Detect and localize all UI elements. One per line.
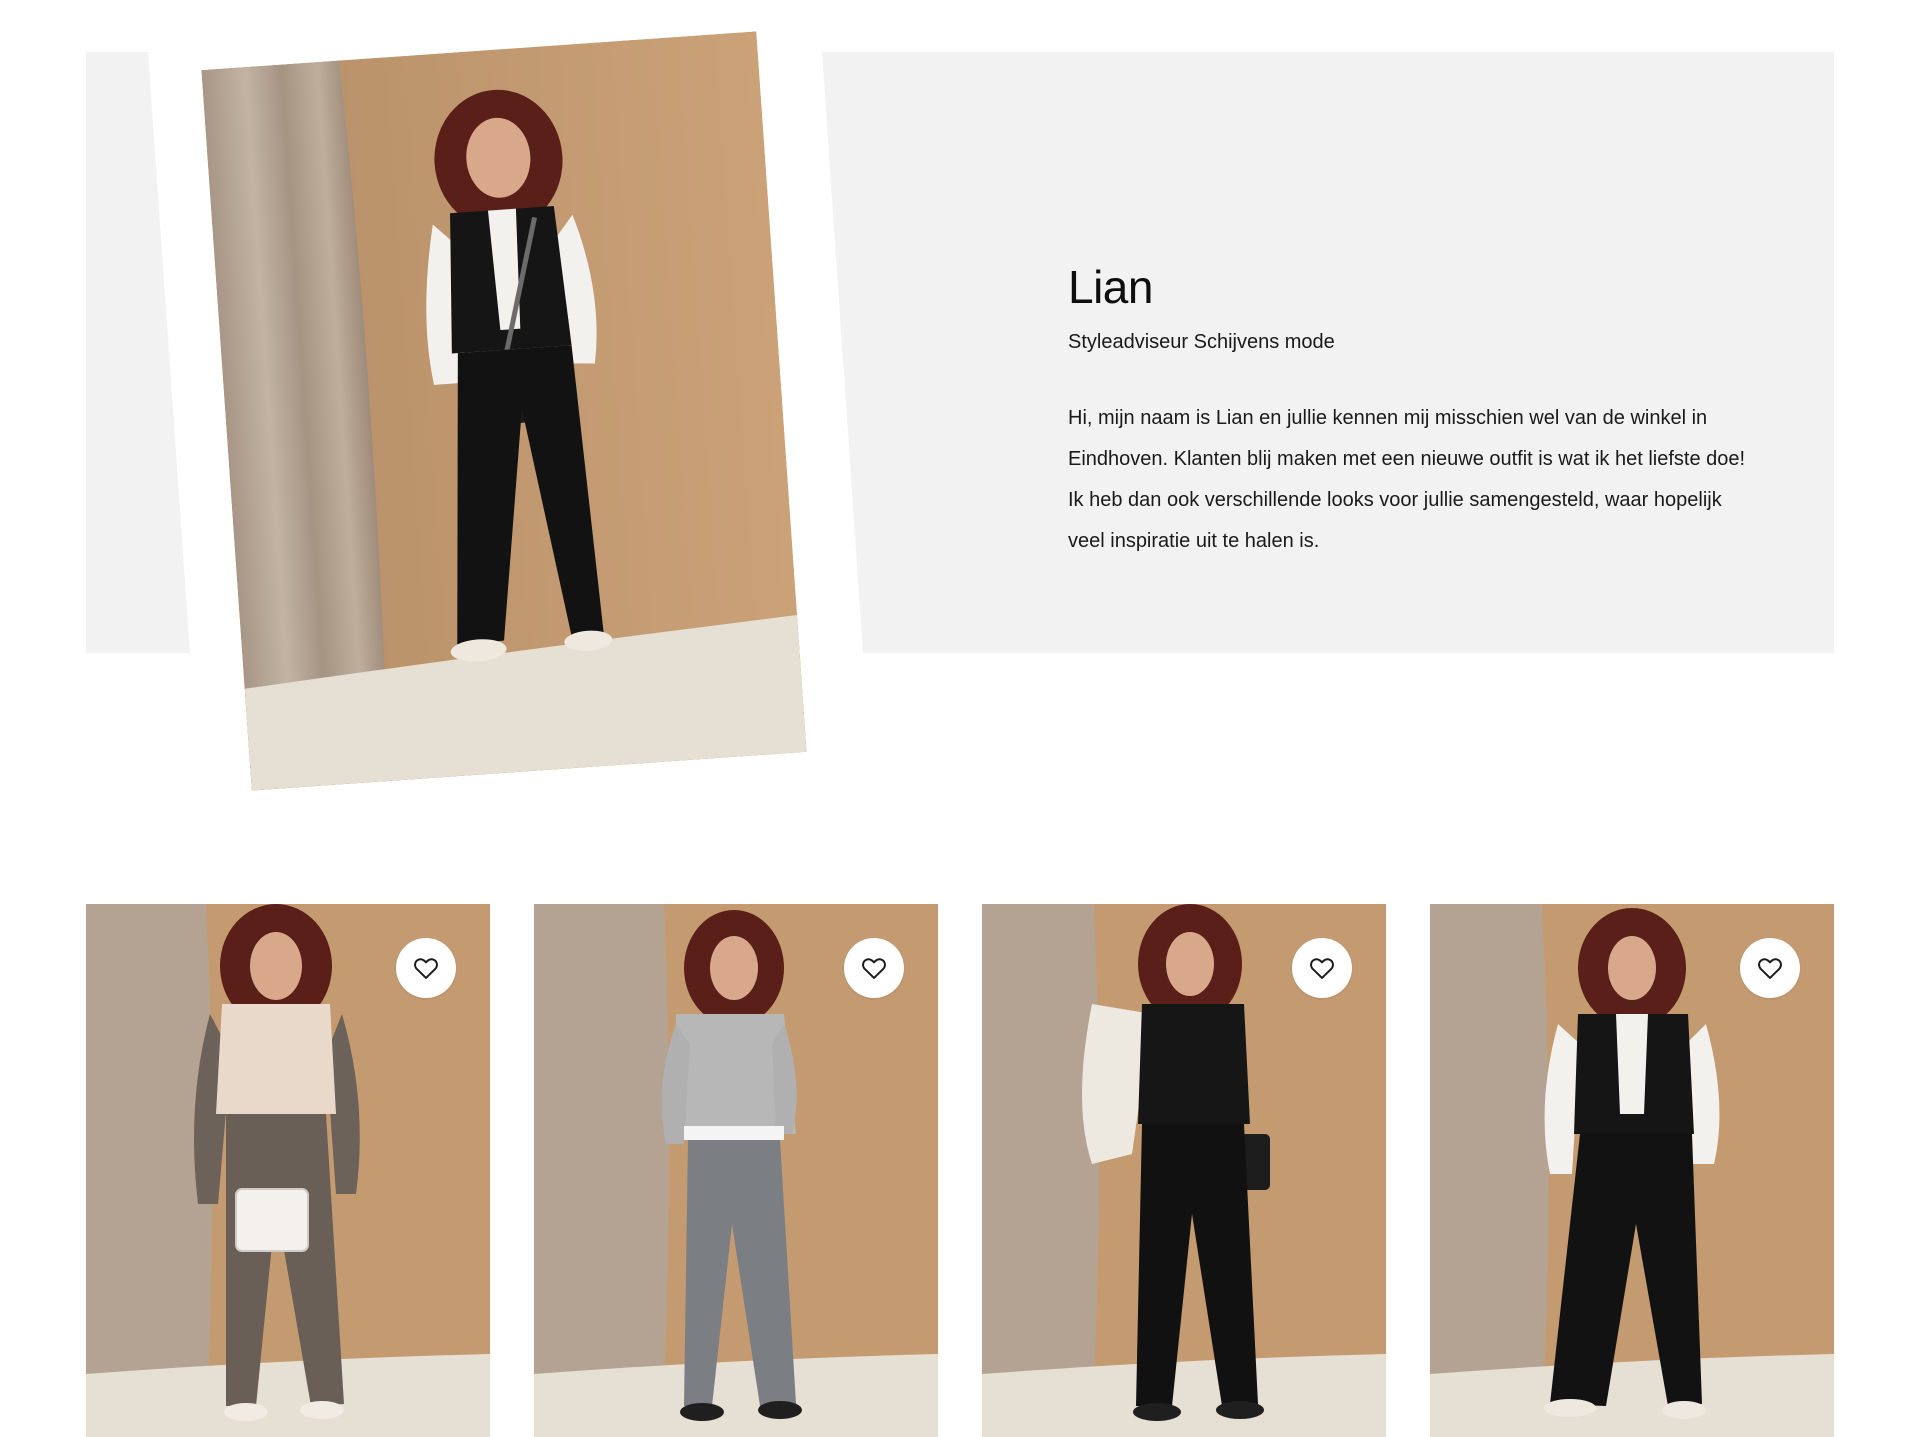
look-card[interactable] bbox=[982, 904, 1386, 1437]
favorite-button[interactable] bbox=[844, 938, 904, 998]
stylist-role: Styleadviseur Schijvens mode bbox=[1068, 330, 1335, 353]
look-card[interactable] bbox=[86, 904, 490, 1437]
heart-icon bbox=[414, 958, 438, 979]
favorite-button[interactable] bbox=[396, 938, 456, 998]
favorite-button[interactable] bbox=[1740, 938, 1800, 998]
look-card[interactable] bbox=[534, 904, 938, 1437]
look-card[interactable] bbox=[1430, 904, 1834, 1437]
stylist-name: Lian bbox=[1068, 261, 1153, 313]
favorite-button[interactable] bbox=[1292, 938, 1352, 998]
heart-icon bbox=[862, 958, 886, 979]
hero-background-left bbox=[86, 52, 190, 653]
stylist-bio: Hi, mijn naam is Lian en jullie kennen m… bbox=[1068, 406, 1746, 552]
stylist-intro: Lian Styleadviseur Schijvens mode Hi, mi… bbox=[1068, 262, 1768, 562]
heart-icon bbox=[1310, 958, 1334, 979]
looks-grid bbox=[86, 904, 1834, 1437]
heart-icon bbox=[1758, 958, 1782, 979]
stylist-photo-scene bbox=[201, 31, 807, 791]
stylist-photo bbox=[201, 31, 807, 791]
